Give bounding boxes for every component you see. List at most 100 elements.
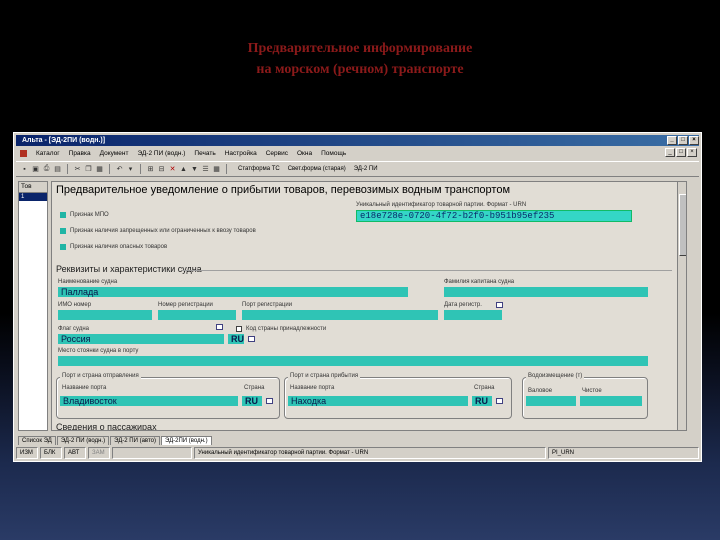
dep-port-field[interactable]: Владивосток	[60, 396, 238, 406]
menu-help[interactable]: Помощь	[321, 150, 346, 157]
menu-document[interactable]: Документ	[100, 150, 129, 157]
window-controls: _ □ ×	[667, 136, 699, 145]
print-icon[interactable]: ⎙	[42, 165, 51, 174]
menu-ed2pi[interactable]: ЭД-2 ПИ (водн.)	[137, 150, 185, 157]
toolbar-separator	[226, 164, 227, 174]
vessel-name-field[interactable]: Паллада	[58, 287, 408, 297]
preview-icon[interactable]: ▤	[53, 165, 62, 174]
dep-country-label: Страна	[244, 385, 265, 391]
goods-list-header: Тов	[19, 182, 47, 193]
goods-list-row[interactable]: 1	[19, 193, 47, 201]
app-menu-icon[interactable]	[20, 150, 27, 157]
toolbar-separator	[109, 164, 110, 174]
checkbox-dangerous-label: Признак наличия опасных товаров	[70, 244, 168, 250]
toolbar-separator	[67, 164, 68, 174]
checkbox-dangerous[interactable]	[60, 244, 66, 250]
menu-edit[interactable]: Правка	[69, 150, 91, 157]
mdi-controls: _ □ ×	[665, 148, 697, 157]
menu-catalog[interactable]: Каталог	[36, 150, 60, 157]
add-row-icon[interactable]: ⊞	[146, 165, 155, 174]
copy-icon[interactable]: ❐	[84, 165, 93, 174]
calendar-icon[interactable]	[496, 302, 503, 308]
flag-code-field[interactable]: RU	[228, 334, 244, 344]
ed2pi-button[interactable]: ЭД-2 ПИ	[354, 166, 378, 172]
window-titlebar[interactable]: Альта - [ЭД-2ПИ (водн.)] _ □ ×	[16, 135, 699, 146]
minimize-button[interactable]: _	[667, 136, 677, 145]
document-tabs: Список ЭД ЭД-2 ПИ (водн.) ЭД-2 ПИ (авто)…	[18, 433, 213, 445]
net-label: Чистое	[582, 388, 602, 394]
form-title: Предварительное уведомление о прибытии т…	[56, 184, 511, 196]
gross-field[interactable]	[526, 396, 576, 406]
dropdown-icon[interactable]: ▾	[126, 165, 135, 174]
reg-port-field[interactable]	[242, 310, 438, 320]
move-down-icon[interactable]: ▼	[190, 165, 199, 174]
mdi-maximize-button[interactable]: □	[676, 148, 686, 157]
paste-icon[interactable]: ▦	[95, 165, 104, 174]
tab-ed2pi-water-active[interactable]: ЭД-2ПИ (водн.)	[160, 436, 212, 445]
status-blank	[112, 447, 192, 459]
slide-title: Предварительное информирование на морско…	[0, 38, 720, 80]
menu-windows[interactable]: Окна	[297, 150, 312, 157]
slide-title-line1: Предварительное информирование	[247, 41, 473, 56]
insert-row-icon[interactable]: ⊟	[157, 165, 166, 174]
urn-field[interactable]: e18e728e-0720-4f72-b2f0-b951b95ef235	[356, 210, 632, 222]
checkbox-mpo-label: Признак МПО	[70, 212, 109, 218]
cabotage-checkbox[interactable]	[236, 326, 242, 332]
captain-field[interactable]	[444, 287, 648, 297]
imo-label: ИМО номер	[58, 302, 92, 308]
form-area: Предварительное уведомление о прибытии т…	[51, 181, 687, 431]
checkbox-mpo[interactable]	[60, 212, 66, 218]
save-icon[interactable]: ▣	[31, 165, 40, 174]
vertical-scrollbar[interactable]	[677, 182, 686, 430]
checkbox-restricted-label: Признак наличия запрещенных или ограниче…	[70, 228, 256, 234]
reg-number-field[interactable]	[158, 310, 236, 320]
dep-port-label: Название порта	[62, 385, 107, 391]
maximize-button[interactable]: □	[678, 136, 688, 145]
cabotage-label: Код страны принадлежности	[246, 326, 327, 332]
arr-country-field[interactable]: RU	[472, 396, 492, 406]
imo-field[interactable]	[58, 310, 152, 320]
close-button[interactable]: ×	[689, 136, 699, 145]
captain-label: Фамилия капитана судна	[444, 279, 515, 285]
scrollbar-thumb[interactable]	[679, 194, 686, 256]
goods-list-panel: Тов 1	[18, 181, 48, 431]
gross-label: Валовое	[528, 388, 553, 394]
berth-label: Место стоянки судна в порту	[58, 348, 139, 354]
delete-icon[interactable]: ✕	[168, 165, 177, 174]
status-ins: ИЗМ	[16, 447, 38, 459]
menu-print[interactable]: Печать	[194, 150, 215, 157]
old-form-button[interactable]: Свет.форма (старая)	[288, 166, 346, 172]
statform-button[interactable]: Статформа ТС	[238, 166, 280, 172]
checkbox-restricted[interactable]	[60, 228, 66, 234]
flag-field[interactable]: Россия	[58, 334, 224, 344]
undo-icon[interactable]: ↶	[115, 165, 124, 174]
reg-number-label: Номер регистрации	[158, 302, 213, 308]
displacement-group-label: Водоизмещение (т)	[526, 373, 585, 379]
new-icon[interactable]: ▪	[20, 165, 29, 174]
flag-code-lookup-icon[interactable]	[248, 336, 255, 342]
net-field[interactable]	[580, 396, 642, 406]
dep-country-field[interactable]: RU	[242, 396, 262, 406]
arr-country-lookup-icon[interactable]	[496, 398, 503, 404]
flag-lookup-icon[interactable]	[216, 324, 223, 330]
tab-doc-list[interactable]: Список ЭД	[18, 436, 56, 445]
mdi-minimize-button[interactable]: _	[665, 148, 675, 157]
flag-label: Флаг судна	[58, 326, 90, 332]
berth-field[interactable]	[58, 356, 648, 366]
toolbar: ▪ ▣ ⎙ ▤ ✂ ❐ ▦ ↶ ▾ ⊞ ⊟ ✕ ▲ ▼ ☰ ▦ Статформ…	[16, 161, 699, 177]
slide-title-line2: на морском (речном) транспорте	[256, 62, 464, 77]
tab-ed2pi-auto[interactable]: ЭД-2 ПИ (авто)	[110, 436, 160, 445]
reg-date-field[interactable]	[444, 310, 502, 320]
dep-country-lookup-icon[interactable]	[266, 398, 273, 404]
tab-ed2pi-water[interactable]: ЭД-2 ПИ (водн.)	[56, 436, 110, 445]
arr-port-field[interactable]: Находка	[288, 396, 468, 406]
departure-group-label: Порт и страна отправления	[60, 373, 141, 379]
menu-service[interactable]: Сервис	[266, 150, 288, 157]
list-icon[interactable]: ☰	[201, 165, 210, 174]
grid-icon[interactable]: ▦	[212, 165, 221, 174]
mdi-close-button[interactable]: ×	[687, 148, 697, 157]
cut-icon[interactable]: ✂	[73, 165, 82, 174]
move-up-icon[interactable]: ▲	[179, 165, 188, 174]
status-zam: ЗАМ	[88, 447, 110, 459]
menu-settings[interactable]: Настройка	[225, 150, 257, 157]
